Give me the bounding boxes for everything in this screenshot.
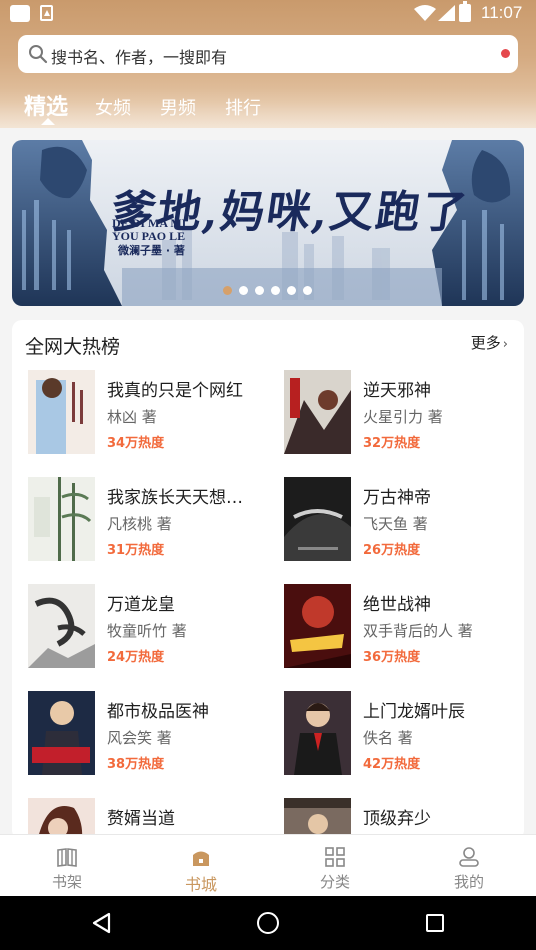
book-title: 赘婿当道 xyxy=(107,809,175,829)
book-cover xyxy=(284,477,351,561)
home-button-icon[interactable] xyxy=(257,912,279,934)
cell-signal-icon xyxy=(438,5,455,21)
wifi-icon xyxy=(414,5,436,21)
book-heat: 38万热度 xyxy=(107,757,165,772)
chevron-right-icon: › xyxy=(502,337,508,352)
book-item[interactable]: 万古神帝 飞天鱼 著 26万热度 xyxy=(284,477,524,565)
home-icon xyxy=(193,851,209,866)
book-cover xyxy=(284,370,351,454)
nav-bookstore-label: 书城 xyxy=(184,875,217,894)
book-heat: 36万热度 xyxy=(363,650,421,665)
back-icon[interactable] xyxy=(91,912,111,934)
book-item[interactable]: 顶级弃少 xyxy=(284,798,524,834)
book-title: 都市极品医神 xyxy=(107,702,209,722)
book-cover xyxy=(28,477,95,561)
book-item[interactable]: 上门龙婿叶辰 佚名 著 42万热度 xyxy=(284,691,524,779)
book-author: 凡核桃 著 xyxy=(107,515,172,533)
book-author: 佚名 著 xyxy=(363,729,413,747)
book-heat: 26万热度 xyxy=(363,543,421,558)
book-author: 林凶 著 xyxy=(107,408,157,426)
book-heat: 24万热度 xyxy=(107,650,165,665)
book-cover xyxy=(284,798,351,834)
tab-featured[interactable]: 精选 xyxy=(24,89,68,121)
book-title: 万道龙皇 xyxy=(107,595,175,615)
book-cover xyxy=(28,691,95,775)
book-item[interactable]: 绝世战神 双手背后的人 著 36万热度 xyxy=(284,584,524,672)
tab-indicator xyxy=(41,118,55,125)
banner-dot[interactable] xyxy=(255,286,264,295)
hot-list-panel: 全网大热榜 更多 › 我真的只是个网红 林凶 著 34万热度 逆天邪神 火星引力 … xyxy=(12,320,524,834)
book-title: 逆天邪神 xyxy=(363,381,431,401)
book-title: 我家族长天天想… xyxy=(107,488,243,508)
tab-female[interactable]: 女频 xyxy=(95,94,131,120)
tab-male[interactable]: 男频 xyxy=(160,94,196,120)
nav-bookstore[interactable]: 书城 xyxy=(134,835,268,897)
book-item[interactable]: 赘婿当道 xyxy=(28,798,268,834)
recent-apps-icon[interactable] xyxy=(426,914,444,932)
banner-author: 微澜子墨 · 著 xyxy=(118,244,185,257)
system-navigation-bar xyxy=(0,896,536,950)
book-cover xyxy=(28,584,95,668)
book-cover xyxy=(284,584,351,668)
bookshelf-icon xyxy=(57,848,77,867)
book-item[interactable]: 我真的只是个网红 林凶 著 34万热度 xyxy=(28,370,268,458)
nav-category[interactable]: 分类 xyxy=(268,835,402,897)
book-heat: 34万热度 xyxy=(107,436,165,451)
book-author: 牧童听竹 著 xyxy=(107,622,187,640)
search-placeholder: 搜书名、作者，一搜即有 xyxy=(51,48,228,67)
book-heat: 32万热度 xyxy=(363,436,421,451)
banner-dot[interactable] xyxy=(303,286,312,295)
book-item[interactable]: 我家族长天天想… 凡核桃 著 31万热度 xyxy=(28,477,268,565)
notification-dot xyxy=(501,49,510,58)
nav-profile-label: 我的 xyxy=(453,873,484,891)
banner-dot[interactable] xyxy=(223,286,232,295)
book-item[interactable]: 万道龙皇 牧童听竹 著 24万热度 xyxy=(28,584,268,672)
tab-ranking[interactable]: 排行 xyxy=(225,94,261,120)
status-bar: 11:07 xyxy=(0,0,536,26)
banner-pinyin: DE DI MA MI YOU PAO LE xyxy=(112,217,232,243)
banner-dot[interactable] xyxy=(287,286,296,295)
more-link[interactable]: 更多 › xyxy=(471,332,508,353)
book-author: 火星引力 著 xyxy=(363,408,443,426)
category-tabs: 精选 女频 男频 排行 xyxy=(0,84,536,126)
category-grid-icon xyxy=(325,847,345,867)
main-content[interactable]: 爹地,妈咪,又跑了 DE DI MA MI YOU PAO LE 微澜子墨 · … xyxy=(0,128,536,834)
book-title: 万古神帝 xyxy=(363,488,431,508)
nav-bookshelf[interactable]: 书架 xyxy=(0,835,134,897)
book-item[interactable]: 逆天邪神 火星引力 著 32万热度 xyxy=(284,370,524,458)
book-title: 绝世战神 xyxy=(363,595,431,615)
notification-icon xyxy=(10,5,30,22)
book-heat: 31万热度 xyxy=(107,543,165,558)
nav-profile[interactable]: 我的 xyxy=(402,835,536,897)
status-time: 11:07 xyxy=(481,3,523,22)
book-author: 飞天鱼 著 xyxy=(363,515,428,533)
banner-dot[interactable] xyxy=(239,286,248,295)
battery-icon xyxy=(459,1,471,22)
nav-category-label: 分类 xyxy=(319,873,350,891)
hot-list-title: 全网大热榜 xyxy=(25,336,121,358)
search-icon xyxy=(29,45,48,64)
book-cover xyxy=(28,370,95,454)
book-cover xyxy=(28,798,95,834)
book-item[interactable]: 都市极品医神 风会笑 著 38万热度 xyxy=(28,691,268,779)
profile-icon xyxy=(459,847,479,867)
bottom-navigation: 书架 书城 分类 我的 xyxy=(0,834,536,896)
book-heat: 42万热度 xyxy=(363,757,421,772)
more-label: 更多 xyxy=(470,334,501,352)
search-bar[interactable]: 搜书名、作者，一搜即有 xyxy=(18,35,518,73)
book-author: 风会笑 著 xyxy=(107,729,172,747)
book-title: 顶级弃少 xyxy=(363,809,431,829)
book-title: 上门龙婿叶辰 xyxy=(363,702,465,722)
app-notification-icon xyxy=(40,5,53,21)
book-title: 我真的只是个网红 xyxy=(107,381,243,401)
nav-bookshelf-label: 书架 xyxy=(51,873,82,891)
book-author: 双手背后的人 著 xyxy=(363,622,473,640)
banner-dot[interactable] xyxy=(271,286,280,295)
promo-banner[interactable]: 爹地,妈咪,又跑了 DE DI MA MI YOU PAO LE 微澜子墨 · … xyxy=(12,140,524,306)
book-cover xyxy=(284,691,351,775)
